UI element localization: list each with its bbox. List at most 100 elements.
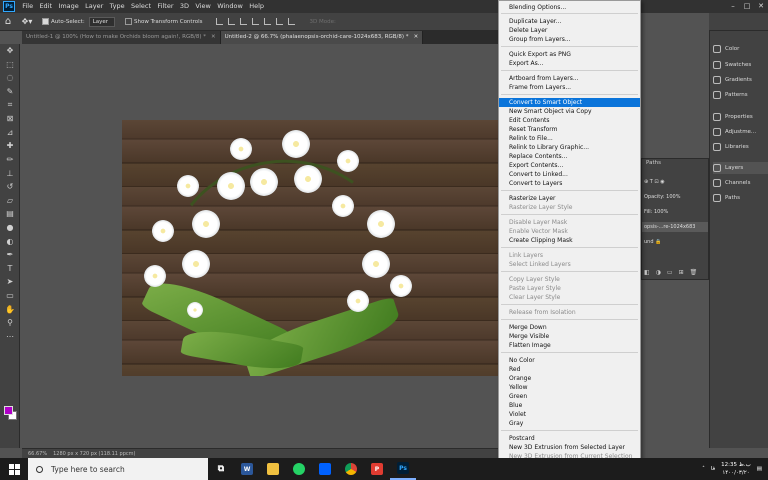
zoom-level[interactable]: 66.67% — [28, 451, 47, 457]
home-icon[interactable]: ⌂ — [0, 16, 16, 27]
layer-select-dropdown[interactable]: Layer — [88, 16, 116, 27]
menu-item-reset-transform[interactable]: Reset Transform — [499, 125, 640, 134]
file-explorer-icon[interactable] — [260, 458, 286, 480]
menu-item-create-clipping-mask[interactable]: Create Clipping Mask — [499, 236, 640, 245]
menu-select[interactable]: Select — [128, 0, 154, 13]
menu-item-convert-to-layers[interactable]: Convert to Layers — [499, 179, 640, 188]
menu-item-export-contents[interactable]: Export Contents... — [499, 161, 640, 170]
zoom-tool-icon[interactable]: ⚲ — [0, 316, 20, 330]
menu-item-blue[interactable]: Blue — [499, 401, 640, 410]
crop-tool-icon[interactable]: ⌗ — [0, 98, 20, 112]
align-right-icon[interactable] — [240, 18, 248, 25]
menu-item-edit-contents[interactable]: Edit Contents — [499, 116, 640, 125]
menu-item-replace-contents[interactable]: Replace Contents... — [499, 152, 640, 161]
paths-tab[interactable]: Paths — [646, 160, 661, 166]
menu-item-delete-layer[interactable]: Delete Layer — [499, 26, 640, 35]
menu-item-blending-options[interactable]: Blending Options... — [499, 3, 640, 12]
more-tools-icon[interactable]: ⋯ — [0, 329, 20, 343]
quick-select-tool-icon[interactable]: ✎ — [0, 85, 20, 99]
pen-tool-icon[interactable]: ✒ — [0, 248, 20, 262]
menu-help[interactable]: Help — [246, 0, 267, 13]
menu-item-rasterize-layer[interactable]: Rasterize Layer — [499, 194, 640, 203]
canvas-area[interactable] — [22, 44, 498, 448]
tab-untitled-1[interactable]: Untitled-1 @ 100% (How to make Orchids b… — [22, 31, 221, 44]
history-brush-icon[interactable]: ↺ — [0, 180, 20, 194]
eyedropper-tool-icon[interactable]: ⊿ — [0, 126, 20, 140]
marquee-tool-icon[interactable]: ⬚ — [0, 58, 20, 72]
dock-adjustments[interactable]: Adjustme... — [713, 126, 768, 138]
fill-value[interactable]: 100% — [654, 209, 668, 215]
screen-recorder-icon[interactable]: P — [364, 458, 390, 480]
align-bottom-icon[interactable] — [276, 18, 284, 25]
menu-item-quick-export-as-png[interactable]: Quick Export as PNG — [499, 50, 640, 59]
brush-tool-icon[interactable]: ✏ — [0, 153, 20, 167]
menu-item-violet[interactable]: Violet — [499, 410, 640, 419]
new-group-icon[interactable]: ▭ — [667, 269, 673, 276]
dropbox-icon[interactable] — [312, 458, 338, 480]
menu-item-gray[interactable]: Gray — [499, 419, 640, 428]
dodge-tool-icon[interactable]: ◐ — [0, 234, 20, 248]
menu-view[interactable]: View — [192, 0, 214, 13]
chrome-icon[interactable] — [338, 458, 364, 480]
align-center-icon[interactable] — [228, 18, 236, 25]
foreground-color-swatch[interactable] — [4, 406, 13, 415]
menu-item-group-from-layers[interactable]: Group from Layers... — [499, 35, 640, 44]
menu-item-postcard[interactable]: Postcard — [499, 434, 640, 443]
menu-item-new-3d-extrusion-from-selected-layer[interactable]: New 3D Extrusion from Selected Layer — [499, 443, 640, 452]
auto-select-checkbox[interactable] — [42, 18, 49, 25]
menu-item-green[interactable]: Green — [499, 392, 640, 401]
move-tool-icon[interactable]: ✥▾ — [16, 17, 38, 26]
menu-item-new-smart-object-via-copy[interactable]: New Smart Object via Copy — [499, 107, 640, 116]
dock-libraries[interactable]: Libraries — [713, 141, 768, 153]
menu-layer[interactable]: Layer — [82, 0, 107, 13]
menu-item-yellow[interactable]: Yellow — [499, 383, 640, 392]
menu-item-relink-to-library-graphic[interactable]: Relink to Library Graphic... — [499, 143, 640, 152]
menu-item-convert-to-smart-object[interactable]: Convert to Smart Object — [499, 98, 640, 107]
frame-tool-icon[interactable]: ⊠ — [0, 112, 20, 126]
dock-color[interactable]: Color — [713, 43, 768, 55]
hand-tool-icon[interactable]: ✋ — [0, 302, 20, 316]
whatsapp-icon[interactable] — [286, 458, 312, 480]
dock-channels[interactable]: Channels — [713, 177, 768, 189]
clock[interactable]: 12:35 ب.ظ ۱۴۰۰/۰۳/۲۰ — [721, 461, 751, 477]
tab-untitled-2[interactable]: Untitled-2 @ 66.7% (phalaenopsis-orchid-… — [220, 31, 424, 44]
layer-row-orchid[interactable]: opsis-...re-1024x683 — [642, 222, 708, 232]
dock-properties[interactable]: Properties — [713, 111, 768, 123]
close-button[interactable]: ✕ — [754, 0, 768, 13]
type-tool-icon[interactable]: T — [0, 262, 20, 276]
path-select-icon[interactable]: ➤ — [0, 275, 20, 289]
menu-item-convert-to-linked[interactable]: Convert to Linked... — [499, 170, 640, 179]
close-tab-icon[interactable]: ✕ — [414, 34, 419, 40]
notifications-icon[interactable]: ▤ — [757, 466, 762, 472]
photoshop-taskbar-icon[interactable]: Ps — [390, 458, 416, 480]
menu-file[interactable]: File — [19, 0, 36, 13]
menu-item-artboard-from-layers[interactable]: Artboard from Layers... — [499, 74, 640, 83]
menu-item-merge-down[interactable]: Merge Down — [499, 323, 640, 332]
menu-item-merge-visible[interactable]: Merge Visible — [499, 332, 640, 341]
menu-filter[interactable]: Filter — [154, 0, 176, 13]
more-align-icon[interactable] — [288, 18, 296, 25]
menu-item-duplicate-layer[interactable]: Duplicate Layer... — [499, 17, 640, 26]
move-tool-icon[interactable]: ✥ — [0, 44, 20, 58]
delete-layer-icon[interactable]: 🗑 — [690, 269, 698, 276]
menu-item-orange[interactable]: Orange — [499, 374, 640, 383]
dock-paths[interactable]: Paths — [713, 192, 768, 204]
transform-controls-checkbox[interactable] — [125, 18, 133, 25]
menu-edit[interactable]: Edit — [36, 0, 55, 13]
add-mask-icon[interactable]: ◧ — [644, 269, 650, 276]
minimize-button[interactable]: – — [726, 0, 740, 13]
menu-type[interactable]: Type — [106, 0, 127, 13]
opacity-value[interactable]: 100% — [666, 194, 680, 200]
task-view-icon[interactable]: ⧉ — [208, 458, 234, 480]
word-icon[interactable]: W — [234, 458, 260, 480]
gradient-tool-icon[interactable]: ▤ — [0, 207, 20, 221]
menu-image[interactable]: Image — [55, 0, 82, 13]
menu-item-relink-to-file[interactable]: Relink to File... — [499, 134, 640, 143]
align-middle-icon[interactable] — [264, 18, 272, 25]
align-left-icon[interactable] — [216, 18, 224, 25]
close-tab-icon[interactable]: ✕ — [211, 34, 216, 40]
menu-item-red[interactable]: Red — [499, 365, 640, 374]
dock-swatches[interactable]: Swatches — [713, 59, 768, 71]
tray-chevron-icon[interactable]: ˄ — [702, 466, 705, 472]
adjustment-layer-icon[interactable]: ◑ — [656, 269, 661, 276]
